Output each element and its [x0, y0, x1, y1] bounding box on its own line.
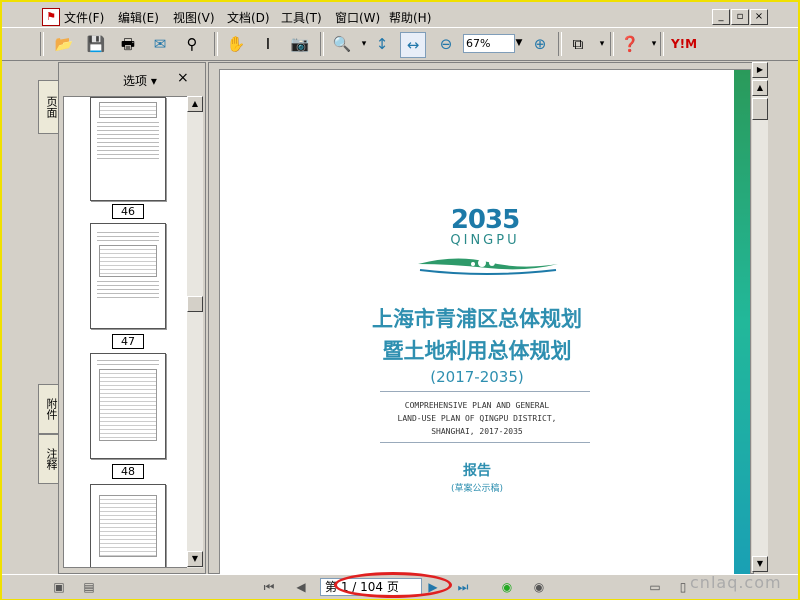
first-page-icon[interactable]: ⏮	[260, 578, 278, 596]
menu-bar: ⚑ 文件(F) 编辑(E) 视图(V) 文档(D) 工具(T) 窗口(W) 帮助…	[2, 6, 798, 26]
english-title-line: COMPREHENSIVE PLAN AND GENERAL	[404, 401, 550, 410]
footer-watermark: cnlaq.com	[690, 573, 782, 592]
menu-edit[interactable]: 编辑(E)	[118, 9, 159, 26]
scroll-down-icon[interactable]: ▼	[187, 551, 203, 567]
menu-help[interactable]: 帮助(H)	[389, 9, 431, 26]
toolbar-separator	[610, 32, 614, 56]
draft-label: (草案公示稿)	[450, 484, 504, 494]
fit-width-icon[interactable]: ↔	[400, 32, 426, 58]
document-view: 2035 QINGPU 上海市青浦区总体规划 暨土地利用总体规划 (2017-2…	[208, 62, 754, 575]
toolbar-separator	[660, 32, 664, 56]
scroll-up-icon[interactable]: ▲	[752, 80, 768, 96]
thumbnail-page-number: 47	[112, 334, 144, 349]
yahoo-toolbar-icon[interactable]: Y!M	[666, 32, 702, 56]
tab-pages[interactable]: 页面	[38, 80, 60, 134]
logo-number: 2035	[450, 205, 520, 235]
document-title-line2: 暨土地利用总体规划	[382, 339, 572, 363]
logo-wave-graphic	[418, 258, 558, 275]
divider	[380, 442, 590, 443]
restore-button[interactable]: ▫	[731, 9, 749, 25]
menu-tools[interactable]: 工具(T)	[281, 9, 322, 26]
document-years: (2017-2035)	[430, 368, 524, 386]
options-menu-button[interactable]: 选项 ▾	[123, 72, 157, 89]
english-title: COMPREHENSIVE PLAN AND GENERAL LAND-USE …	[220, 399, 734, 438]
zoom-in-tool-icon[interactable]: 🔍	[330, 32, 354, 56]
help-icon[interactable]: ❓	[618, 32, 642, 56]
menu-document[interactable]: 文档(D)	[227, 9, 270, 26]
pages-panel: 选项 ▾ × 46 47 48 ▲ ▼	[58, 62, 206, 574]
save-icon[interactable]: 💾	[84, 32, 108, 56]
tab-comments[interactable]: 注释	[38, 434, 60, 484]
document-title-line1: 上海市青浦区总体规划	[372, 307, 582, 331]
panel-header: 选项 ▾ ×	[59, 63, 205, 95]
window-controls: _ ▫ ×	[711, 8, 768, 25]
toolbar-separator	[558, 32, 562, 56]
acrobat-icon[interactable]: ⚑	[42, 8, 60, 26]
thumbnail-table	[99, 245, 157, 277]
page-edge-decoration	[734, 70, 750, 574]
open-folder-icon[interactable]: 📂	[52, 32, 76, 56]
thumbnail-table	[99, 495, 157, 557]
english-title-line: SHANGHAI, 2017-2035	[431, 427, 523, 436]
highlight-circle	[334, 572, 452, 598]
document-scrollbar[interactable]: ▶ ▲ ▼	[752, 62, 768, 572]
zoom-out-icon[interactable]: ⊖	[434, 32, 458, 56]
previous-page-icon[interactable]: ◀	[292, 578, 310, 596]
close-button[interactable]: ×	[750, 9, 768, 25]
tab-attachments[interactable]: 附件	[38, 384, 60, 434]
single-page-icon[interactable]: ▭	[646, 578, 664, 596]
english-title-line: LAND-USE PLAN OF QINGPU DISTRICT,	[397, 414, 557, 423]
zoom-chevron-down-icon[interactable]: ▼	[512, 34, 526, 53]
last-page-icon[interactable]: ⏭	[454, 578, 472, 596]
logo-name: QINGPU	[450, 233, 520, 248]
toolbar-separator	[40, 32, 44, 56]
report-label: 报告	[463, 463, 491, 479]
email-icon[interactable]: ✉	[148, 32, 172, 56]
document-page: 2035 QINGPU 上海市青浦区总体规划 暨土地利用总体规划 (2017-2…	[219, 69, 751, 575]
thumbnail-scrollbar[interactable]: ▲ ▼	[187, 96, 203, 568]
thumbnail-table	[99, 369, 157, 441]
qingpu-logo: 2035 QINGPU	[440, 205, 530, 248]
previous-view-icon[interactable]: ◉	[498, 578, 516, 596]
thumbnail-page-number: 46	[112, 204, 144, 219]
panel-toggle-icon[interactable]: ▣	[50, 578, 68, 596]
page-layout-icon[interactable]: ⧉	[566, 32, 590, 56]
page-thumbnail[interactable]	[90, 97, 166, 201]
thumbnail-page-number: 48	[112, 464, 144, 479]
scroll-thumb[interactable]	[187, 296, 203, 312]
divider	[380, 391, 590, 392]
hand-tool-icon[interactable]: ✋	[224, 32, 248, 56]
minimize-button[interactable]: _	[712, 9, 730, 25]
thumbnail-list: 46 47 48	[63, 96, 189, 568]
page-view-icon[interactable]: ▤	[80, 578, 98, 596]
toolbar-separator	[320, 32, 324, 56]
scroll-down-icon[interactable]: ▼	[752, 556, 768, 572]
zoom-input[interactable]: 67%	[463, 34, 515, 53]
scroll-up-icon[interactable]: ▲	[187, 96, 203, 112]
thumbnail-table	[99, 102, 157, 118]
scroll-thumb[interactable]	[752, 98, 768, 120]
select-text-icon[interactable]: Ⅰ	[256, 32, 280, 56]
page-thumbnail[interactable]	[90, 353, 166, 459]
scroll-up-icon[interactable]: ▶	[752, 62, 768, 78]
toolbar-separator	[214, 32, 218, 56]
page-thumbnail[interactable]	[90, 223, 166, 329]
print-icon[interactable]: 🖶	[116, 32, 140, 56]
zoom-in-icon[interactable]: ⊕	[528, 32, 552, 56]
search-binoculars-icon[interactable]: ⚲	[180, 32, 204, 56]
toolbar: 📂 💾 🖶 ✉ ⚲ ✋ Ⅰ 📷 🔍 ▾ ↕ ↔ ⊖ 67% ▼ ⊕ ⧉ ▾ ❓ …	[2, 27, 798, 61]
menu-window[interactable]: 窗口(W)	[335, 9, 380, 26]
snapshot-camera-icon[interactable]: 📷	[288, 32, 312, 56]
fit-page-icon[interactable]: ↕	[370, 32, 394, 56]
side-tabs: 页面 附件 注释	[38, 62, 60, 572]
menu-view[interactable]: 视图(V)	[173, 9, 215, 26]
next-view-icon[interactable]: ◉	[530, 578, 548, 596]
page-thumbnail[interactable]	[90, 484, 166, 567]
panel-close-button[interactable]: ×	[177, 70, 189, 86]
menu-file[interactable]: 文件(F)	[64, 9, 104, 26]
